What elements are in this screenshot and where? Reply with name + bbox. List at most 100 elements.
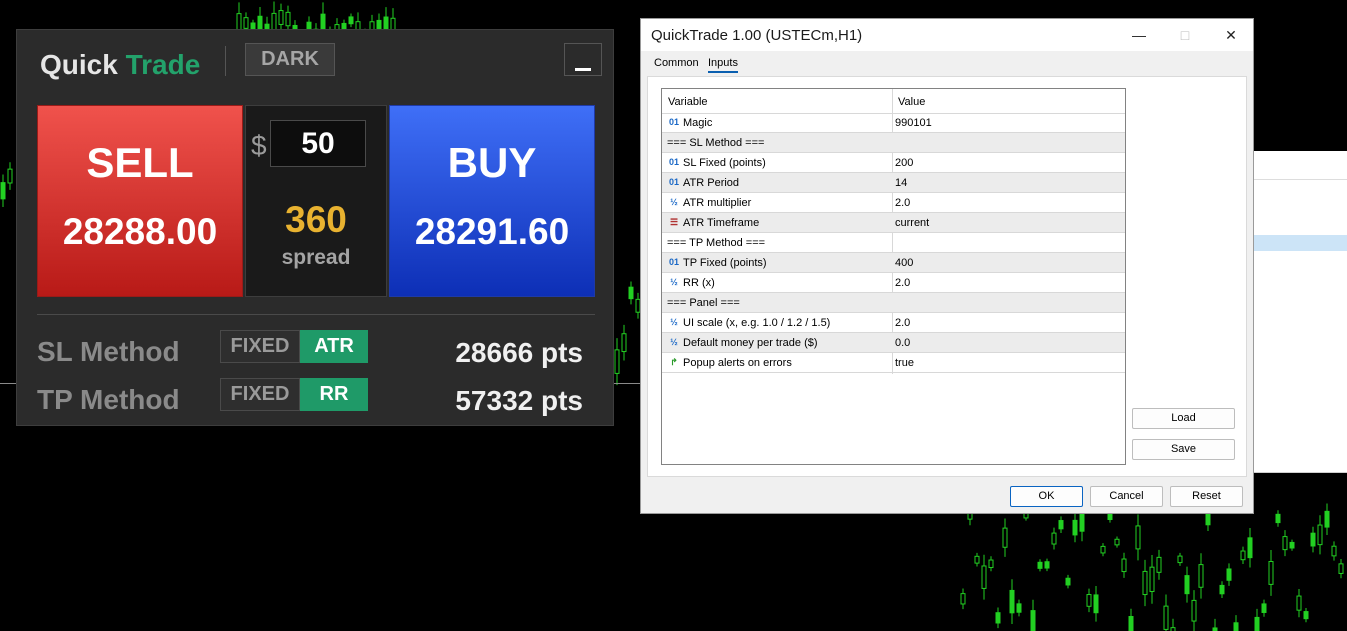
input-row[interactable]: 01 SL Fixed (points) 200: [662, 153, 1125, 173]
candle-body: [1205, 511, 1211, 526]
int-icon: 01: [668, 117, 679, 127]
int-icon: 01: [668, 157, 679, 167]
input-name: UI scale (x, e.g. 1.0 / 1.2 / 1.5): [683, 317, 831, 329]
input-name: === Panel ===: [667, 297, 740, 309]
input-row[interactable]: ½ Default money per trade ($) 0.0: [662, 333, 1125, 353]
amount-spread-box: $ 50 360 spread: [245, 105, 387, 297]
close-icon: ✕: [1225, 27, 1237, 43]
candle-body: [1282, 536, 1288, 551]
candle-body: [1135, 525, 1141, 550]
dialog-titlebar[interactable]: QuickTrade 1.00 (USTECm,H1) — □ ✕: [641, 19, 1253, 51]
amount-input[interactable]: 50: [270, 120, 366, 167]
candle-body: [1219, 584, 1225, 595]
section-row[interactable]: === Panel ===: [662, 293, 1125, 313]
double-icon: ½: [670, 317, 678, 327]
close-window-button[interactable]: ✕: [1209, 23, 1253, 47]
input-value[interactable]: 0.0: [895, 337, 910, 349]
input-value[interactable]: 990101: [895, 117, 932, 129]
section-row[interactable]: === SL Method ===: [662, 133, 1125, 153]
input-name: ATR Period: [683, 177, 740, 189]
background-window: [1252, 151, 1347, 473]
expert-properties-dialog: QuickTrade 1.00 (USTECm,H1) — □ ✕ Common…: [640, 18, 1254, 514]
bool-icon: ↱: [670, 357, 678, 367]
save-button[interactable]: Save: [1132, 439, 1235, 460]
candle-body: [1016, 603, 1022, 613]
tab-inputs[interactable]: Inputs: [708, 57, 738, 73]
candle-body: [1275, 513, 1281, 524]
input-row[interactable]: 01 ATR Period 14: [662, 173, 1125, 193]
candle-body: [1009, 589, 1015, 614]
candle-body: [1107, 512, 1113, 520]
input-name: Popup alerts on errors: [683, 357, 792, 369]
candle-body: [243, 17, 249, 29]
cancel-button[interactable]: Cancel: [1090, 486, 1163, 507]
candle-body: [1170, 627, 1176, 631]
ok-button[interactable]: OK: [1010, 486, 1083, 507]
background-window-row: [1253, 179, 1347, 180]
sl-method-label: SL Method: [37, 336, 180, 367]
candle-body: [1198, 564, 1204, 588]
candle-body: [1331, 545, 1337, 557]
input-value[interactable]: current: [895, 217, 929, 229]
sl-fixed-button[interactable]: FIXED: [220, 330, 300, 363]
minimize-window-button[interactable]: —: [1117, 23, 1161, 47]
candle-body: [1002, 527, 1008, 548]
input-row[interactable]: 01 TP Fixed (points) 400: [662, 253, 1125, 273]
input-value[interactable]: 2.0: [895, 277, 910, 289]
tab-common[interactable]: Common: [654, 57, 699, 69]
maximize-icon: □: [1180, 27, 1190, 43]
maximize-window-button[interactable]: □: [1163, 23, 1207, 47]
candle-body: [1310, 532, 1316, 547]
input-value[interactable]: true: [895, 357, 914, 369]
candle-body: [7, 168, 13, 184]
section-row[interactable]: === TP Method ===: [662, 233, 1125, 253]
input-row[interactable]: ↱ Popup alerts on errors true: [662, 353, 1125, 373]
background-window-selected-row: [1253, 235, 1347, 251]
sell-button[interactable]: SELL 28288.00: [37, 105, 243, 297]
load-button[interactable]: Load: [1132, 408, 1235, 429]
candle-body: [960, 593, 966, 605]
input-name: ATR Timeframe: [683, 217, 760, 229]
input-value[interactable]: 200: [895, 157, 913, 169]
candle-body: [995, 612, 1001, 624]
tp-fixed-button[interactable]: FIXED: [220, 378, 300, 411]
candle-body: [1226, 568, 1232, 581]
candle-body: [1058, 520, 1064, 530]
candle-body: [1072, 519, 1078, 536]
currency-symbol: $: [251, 130, 267, 161]
input-row[interactable]: ½ UI scale (x, e.g. 1.0 / 1.2 / 1.5) 2.0: [662, 313, 1125, 333]
theme-toggle-button[interactable]: DARK: [245, 43, 335, 76]
enum-icon: ☰: [669, 217, 679, 227]
sl-atr-button[interactable]: ATR: [300, 330, 368, 363]
candle-body: [1121, 558, 1127, 573]
candle-body: [1240, 550, 1246, 561]
candle-body: [621, 333, 627, 353]
input-value[interactable]: 14: [895, 177, 907, 189]
dialog-title: QuickTrade 1.00 (USTECm,H1): [651, 27, 863, 44]
quick-trade-panel: Quick Trade DARK SELL 28288.00 $ 50 360 …: [16, 29, 614, 426]
candle-body: [1324, 510, 1330, 528]
input-row[interactable]: 01 Magic 990101: [662, 113, 1125, 133]
input-row[interactable]: ☰ ATR Timeframe current: [662, 213, 1125, 233]
candle-body: [614, 349, 620, 374]
candle-body: [1114, 538, 1120, 546]
sell-label: SELL: [86, 139, 194, 186]
spread-label: spread: [281, 246, 351, 269]
candle-body: [348, 16, 354, 25]
buy-button[interactable]: BUY 28291.60: [389, 105, 595, 297]
reset-button[interactable]: Reset: [1170, 486, 1243, 507]
input-row[interactable]: ½ RR (x) 2.0: [662, 273, 1125, 293]
candle-body: [1303, 611, 1309, 620]
input-value[interactable]: 2.0: [895, 317, 910, 329]
input-row[interactable]: ½ ATR multiplier 2.0: [662, 193, 1125, 213]
input-value[interactable]: 400: [895, 257, 913, 269]
int-icon: 01: [668, 257, 679, 267]
candle-body: [1065, 577, 1071, 586]
tp-rr-button[interactable]: RR: [300, 378, 368, 411]
panel-divider: [37, 314, 595, 315]
candle-body: [285, 11, 291, 27]
title-separator: [225, 46, 226, 76]
minimize-button[interactable]: [564, 43, 602, 76]
tp-points-value: 57332 pts: [455, 385, 583, 416]
input-value[interactable]: 2.0: [895, 197, 910, 209]
